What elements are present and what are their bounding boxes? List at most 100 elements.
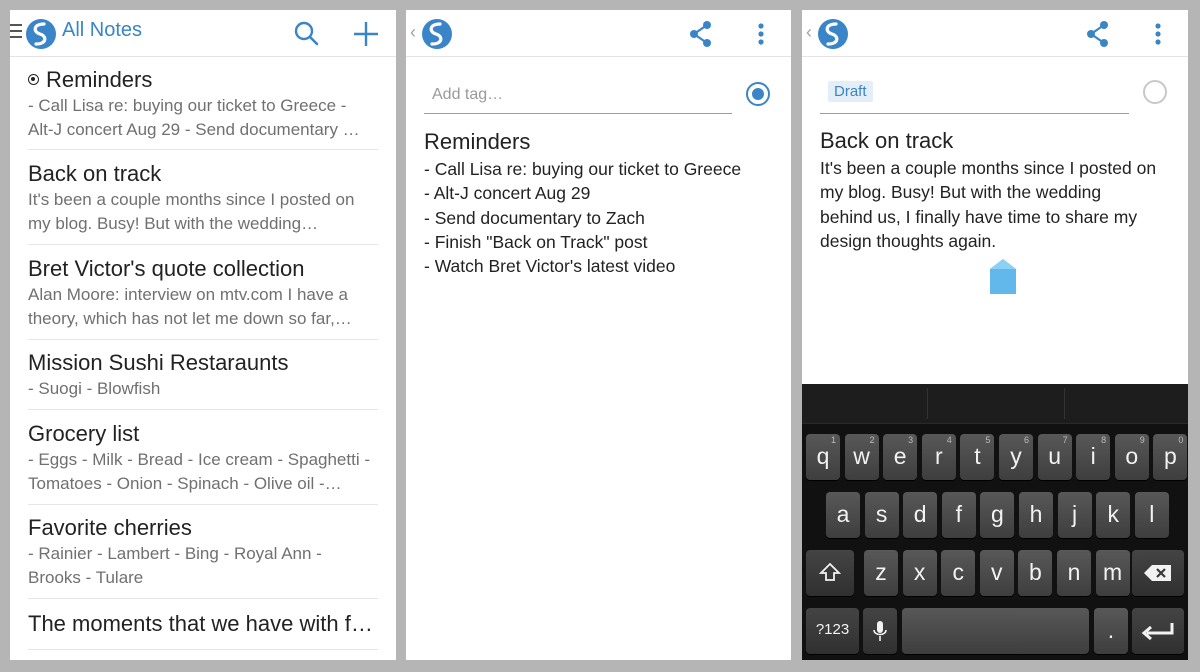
key-number-hint: 4 <box>946 435 952 445</box>
key-number-hint: 3 <box>908 435 914 445</box>
key-p[interactable]: p0 <box>1153 434 1188 480</box>
list-item[interactable]: The moments that we have with f… <box>28 610 378 650</box>
note-content[interactable]: Reminders - Call Lisa re: buying our tic… <box>424 127 773 278</box>
key-l[interactable]: l <box>1134 492 1169 538</box>
key-u[interactable]: u7 <box>1037 434 1072 480</box>
key-label: w <box>853 443 870 469</box>
note-title: Favorite cherries <box>28 515 192 540</box>
list-item[interactable]: Back on track It's been a couple months … <box>28 160 378 245</box>
editor-top-bar: ‹ <box>802 10 1188 57</box>
search-icon[interactable] <box>290 18 322 50</box>
key-number-hint: 2 <box>869 435 875 445</box>
symbols-key[interactable]: ?123 <box>806 608 859 654</box>
tag-input-box[interactable] <box>424 78 732 112</box>
note-line: my blog. Busy! But with the wedding <box>820 182 1102 203</box>
key-label: v <box>991 559 1003 585</box>
tag-chip[interactable]: Draft <box>828 81 873 102</box>
pinned-indicator-icon <box>28 74 39 85</box>
back-chevron-icon[interactable]: ‹ <box>410 22 416 42</box>
note-editor-keyboard-screen: ‹ Draft Back on track It's been a couple… <box>802 10 1188 660</box>
key-z[interactable]: z <box>864 550 898 596</box>
note-title: Mission Sushi Restaraunts <box>28 350 289 375</box>
key-b[interactable]: b <box>1018 550 1053 596</box>
text-cursor-handle-icon[interactable] <box>989 258 1017 296</box>
key-y[interactable]: y6 <box>999 434 1033 480</box>
pin-toggle[interactable] <box>1143 80 1167 104</box>
key-i[interactable]: i8 <box>1076 434 1111 480</box>
on-screen-keyboard: q1w2e3r4t5y6u7i8o9p0asdfghjklzxcvbnm ?12… <box>802 384 1188 660</box>
note-line: - Call Lisa re: buying our ticket to Gre… <box>424 159 742 179</box>
note-title: Reminders <box>46 67 153 92</box>
period-key[interactable]: . <box>1094 608 1128 654</box>
key-v[interactable]: v <box>979 550 1014 596</box>
key-label: s <box>875 501 888 527</box>
note-line: - Send documentary to Zach <box>424 207 645 228</box>
overflow-menu-icon[interactable] <box>745 18 777 50</box>
key-s[interactable]: s <box>864 492 899 538</box>
key-d[interactable]: d <box>903 492 938 538</box>
note-preview: - Eggs - Milk - Bread - Ice cream - Spag… <box>28 450 370 493</box>
key-label: o <box>1125 443 1139 469</box>
note-preview: - Call Lisa re: buying our ticket to Gre… <box>28 96 360 139</box>
key-r[interactable]: r4 <box>921 434 956 480</box>
key-label: f <box>955 501 962 527</box>
list-item[interactable]: Grocery list - Eggs - Milk - Bread - Ice… <box>28 420 378 505</box>
key-w[interactable]: w2 <box>844 434 879 480</box>
key-number-hint: 7 <box>1062 435 1068 445</box>
list-item[interactable]: Mission Sushi Restaraunts - Suogi - Blow… <box>28 349 378 410</box>
key-label: h <box>1029 501 1043 527</box>
list-item[interactable]: Bret Victor's quote collection Alan Moor… <box>28 255 378 340</box>
microphone-key[interactable] <box>863 608 897 654</box>
key-number-hint: 8 <box>1101 435 1107 445</box>
back-chevron-icon[interactable]: ‹ <box>806 22 812 42</box>
key-label: i <box>1090 443 1096 469</box>
key-number-hint: 0 <box>1178 435 1184 445</box>
key-q[interactable]: q1 <box>806 434 840 480</box>
simplenote-logo[interactable] <box>421 18 453 50</box>
key-n[interactable]: n <box>1057 550 1091 596</box>
simplenote-logo[interactable] <box>25 18 57 50</box>
key-label: b <box>1028 559 1042 585</box>
key-label: t <box>974 443 981 469</box>
key-label: y <box>1010 443 1022 469</box>
enter-key[interactable] <box>1132 608 1184 654</box>
backspace-key[interactable] <box>1132 550 1184 596</box>
notes-list-screen: All Notes Reminders - Call Lisa re: buyi… <box>10 10 396 660</box>
plus-icon[interactable] <box>350 18 382 50</box>
key-g[interactable]: g <box>980 492 1015 538</box>
key-label: u <box>1048 443 1061 469</box>
key-label: a <box>836 501 850 527</box>
share-icon[interactable] <box>685 18 717 50</box>
hamburger-icon[interactable] <box>10 24 22 42</box>
note-content[interactable]: Back on track It's been a couple months … <box>820 126 1170 253</box>
key-f[interactable]: f <box>941 492 976 538</box>
note-line: behind us, I finally have time to share … <box>820 206 1138 227</box>
key-a[interactable]: a <box>826 492 860 538</box>
key-t[interactable]: t5 <box>960 434 995 480</box>
key-j[interactable]: j <box>1057 492 1092 538</box>
note-line: - Finish "Back on Track" post <box>424 231 648 252</box>
note-editor-screen: ‹ Reminders - Call Lisa re: buying our t… <box>406 10 791 660</box>
pin-toggle[interactable] <box>746 82 770 106</box>
note-title: Grocery list <box>28 421 140 446</box>
key-m[interactable]: m <box>1095 550 1130 596</box>
key-label: g <box>990 501 1004 527</box>
key-e[interactable]: e3 <box>883 434 918 480</box>
list-item[interactable]: Reminders - Call Lisa re: buying our tic… <box>28 66 378 150</box>
shift-key[interactable] <box>806 550 854 596</box>
share-icon[interactable] <box>1082 18 1114 50</box>
key-label: c <box>952 559 964 585</box>
note-line: - Alt-J concert Aug 29 <box>424 183 591 204</box>
editor-top-bar: ‹ <box>406 10 791 57</box>
key-h[interactable]: h <box>1019 492 1053 538</box>
key-o[interactable]: o9 <box>1114 434 1149 480</box>
key-c[interactable]: c <box>941 550 976 596</box>
key-x[interactable]: x <box>902 550 937 596</box>
key-k[interactable]: k <box>1096 492 1131 538</box>
list-item[interactable]: Favorite cherries - Rainier - Lambert - … <box>28 514 378 599</box>
simplenote-logo[interactable] <box>817 18 849 50</box>
tag-input[interactable] <box>424 78 732 114</box>
space-key[interactable] <box>902 608 1089 654</box>
note-title: Back on track <box>820 128 954 153</box>
overflow-menu-icon[interactable] <box>1142 18 1174 50</box>
